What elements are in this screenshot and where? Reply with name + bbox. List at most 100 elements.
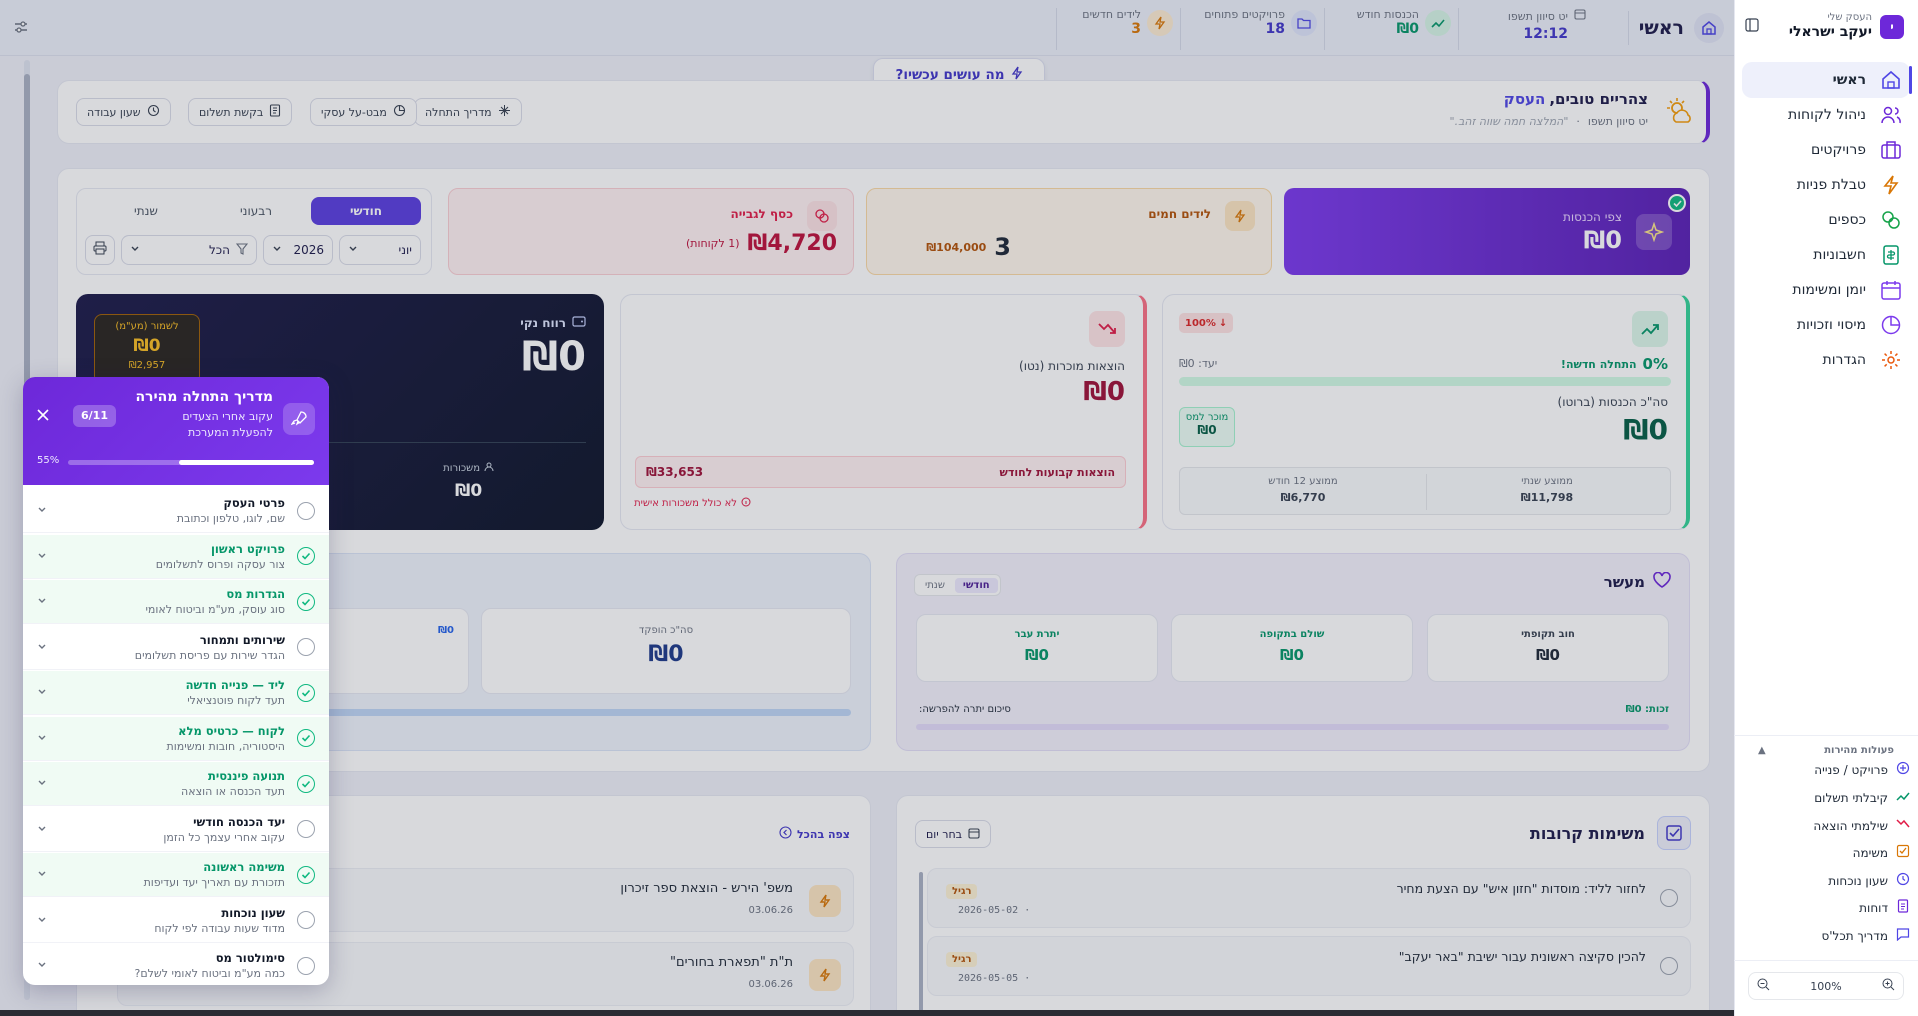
guide-step[interactable]: שירותים ותמחור הגדר שירות עם פריסת תשלומי… — [23, 626, 329, 670]
check-circle-icon[interactable] — [297, 592, 315, 611]
task-checkbox[interactable] — [1660, 957, 1678, 975]
tab-monthly[interactable]: חודשי — [311, 197, 421, 225]
business-switcher[interactable]: י העסק שלי יעקב ישראלי — [1748, 12, 1904, 44]
pct-label: התחלה חדשה! — [1560, 357, 1637, 371]
quick-action-trend-up[interactable]: קיבלתי תשלום — [1742, 789, 1910, 806]
sidebar-item-briefcase[interactable]: פרויקטים — [1742, 132, 1910, 168]
zoom-in-icon[interactable] — [1882, 978, 1895, 995]
task-item[interactable]: להכין סקיצה ראשונית עבור ישיבת "באר יעקב… — [927, 936, 1691, 996]
save-label: לשמור (מע"מ) — [115, 321, 179, 332]
chevron-down-icon[interactable] — [37, 596, 47, 609]
tab-yearly[interactable]: שנתי — [917, 578, 953, 593]
kpi-to-collect[interactable]: כסף לגבייה ₪4,720 (1 לקוחות) — [448, 188, 854, 275]
payment-request-button[interactable]: בקשת תשלום — [188, 98, 293, 126]
users-icon — [1880, 104, 1902, 126]
start-guide-button[interactable]: מדריך התחלה — [414, 98, 522, 126]
quick-action-chat[interactable]: מדריך תכל'ס — [1742, 927, 1910, 944]
task-item[interactable]: לחזור לליד: מוסדות "חזון איש" עם הצעת מח… — [927, 868, 1691, 928]
guide-step[interactable]: לקוח — כרטיס מלא היסטוריה, חובות ומשימות — [23, 716, 329, 761]
task-checkbox[interactable] — [1660, 889, 1678, 907]
guide-step[interactable]: שעון נוכחות מדוד שעות עבודה לפי לקוח — [23, 899, 329, 943]
chevron-down-icon[interactable] — [37, 824, 47, 837]
bolt-icon — [809, 959, 841, 991]
sidebar-item-calendar[interactable]: יומן ומשימות — [1742, 272, 1910, 308]
step-title: יעד הכנסה חודשי — [193, 814, 285, 829]
tab-quarterly[interactable]: רבעוני — [201, 197, 311, 225]
sidebar-item-coins[interactable]: כספים — [1742, 202, 1910, 238]
sidebar-item-pie[interactable]: מיסוי וזכויות — [1742, 307, 1910, 343]
avg-year-value: ₪11,798 — [1520, 491, 1574, 504]
quick-action-trend-down[interactable]: שילמתי הוצאה — [1742, 817, 1910, 834]
pick-day-button[interactable]: בחר יום — [915, 820, 992, 848]
task-title: להכין סקיצה ראשונית עבור ישיבת "באר יעקב… — [1398, 949, 1646, 964]
empty-circle-icon[interactable] — [297, 638, 315, 656]
quick-action-clock[interactable]: שעון נוכחות — [1742, 872, 1910, 889]
check-circle-icon[interactable] — [297, 865, 315, 884]
chevron-down-icon[interactable] — [37, 915, 47, 928]
empty-circle-icon[interactable] — [297, 501, 315, 520]
tax-label: מוכר למס — [1185, 412, 1229, 423]
sidebar-item-bolt[interactable]: טבלת פניות — [1742, 167, 1910, 203]
check-circle-icon[interactable] — [297, 729, 315, 747]
work-clock-button[interactable]: שעון עבודה — [76, 98, 171, 126]
quick-action-plus-circle[interactable]: פרויקט / פנייה — [1742, 761, 1910, 778]
empty-circle-icon[interactable] — [297, 911, 315, 929]
step-desc: שם, לוגו, טלפון וכתובת — [176, 512, 285, 525]
chevron-down-icon[interactable] — [37, 642, 47, 655]
kpi-income-forecast[interactable]: צפי הכנסות ₪0 — [1284, 188, 1690, 275]
guide-step[interactable]: הגדרות מס סוג עוסק, מע"מ וביטוח לאומי — [23, 580, 329, 624]
chevron-down-icon[interactable] — [37, 869, 47, 882]
check-circle-icon[interactable] — [297, 547, 315, 565]
month-select[interactable]: יוני — [339, 235, 421, 265]
check-circle-icon[interactable] — [297, 774, 315, 793]
printer-icon — [93, 241, 107, 259]
button-label: שעון עבודה — [87, 105, 141, 119]
deposit-total: סה"כ הופקד ₪0 — [481, 608, 851, 694]
maaser-credit: זכות: ₪0 — [1625, 704, 1669, 715]
empty-circle-icon[interactable] — [297, 956, 315, 975]
chevron-down-icon[interactable] — [37, 505, 47, 518]
guide-step[interactable]: יעד הכנסה חודשי עקוב אחרי עצמך כל הזמן — [23, 808, 329, 852]
print-button[interactable] — [85, 235, 115, 265]
view-all-link[interactable]: צפה בהכל — [779, 826, 850, 842]
guide-step[interactable]: פרויקט ראשון צור עסקה ופרוס לתשלומים — [23, 534, 329, 579]
sidebar-item-gear[interactable]: הגדרות — [1742, 342, 1910, 378]
zoom-out-icon[interactable] — [1757, 978, 1770, 995]
guide-step[interactable]: סימולטור מס כמה מע"מ וביטוח לאומי לשלם? — [23, 944, 329, 985]
chevron-down-icon[interactable] — [37, 687, 47, 700]
guide-step[interactable]: משימה ראשונה תזכורת עם תאריך יעד ועדיפות — [23, 853, 329, 897]
guide-step[interactable]: פרטי העסק שם, לוגו, טלפון וכתובת — [23, 489, 329, 533]
chevron-down-icon — [272, 243, 282, 257]
chevron-down-icon[interactable] — [37, 733, 47, 746]
close-icon[interactable] — [37, 407, 49, 425]
filter-select[interactable]: הכל — [121, 235, 257, 265]
chevron-down-icon[interactable] — [37, 551, 47, 564]
clock-icon — [1896, 872, 1910, 889]
business-overview-button[interactable]: מבט-על עסקי — [310, 98, 417, 126]
quick-action-task[interactable]: משימה — [1742, 844, 1910, 861]
quick-actions-header[interactable]: פעולות מהירות ▲ — [1758, 745, 1894, 756]
guide-step[interactable]: תנועה פיננסית תעד הכנסה או הוצאה — [23, 762, 329, 806]
guide-header: מדריך התחלה מהירה עקוב אחרי הצעדים להפעל… — [23, 377, 329, 485]
sliders-icon[interactable] — [14, 20, 28, 38]
tasks-scroll[interactable] — [919, 872, 923, 1016]
quick-action-report[interactable]: דוחות — [1742, 899, 1910, 916]
check-circle-icon[interactable] — [297, 683, 315, 702]
sidebar-item-label: ניהול לקוחות — [1788, 107, 1866, 123]
empty-circle-icon[interactable] — [297, 820, 315, 838]
maaser-card: מעשר חודשי שנתי חוב תקופתי ₪0 שולם בתקופ… — [896, 553, 1690, 751]
stat-income: הכנסות חודש ₪0 — [1331, 8, 1451, 50]
chevron-down-icon[interactable] — [37, 960, 47, 973]
report-icon — [1896, 899, 1910, 916]
kpi-hot-leads[interactable]: לידים חמים 3 ₪104,000 — [866, 188, 1272, 275]
income-pct: 0% התחלה חדשה! — [1561, 355, 1668, 373]
tab-monthly[interactable]: חודשי — [954, 577, 998, 593]
year-select[interactable]: 2026 — [263, 235, 333, 265]
tab-yearly[interactable]: שנתי — [91, 197, 201, 225]
sidebar-item-users[interactable]: ניהול לקוחות — [1742, 97, 1910, 133]
sidebar-item-home[interactable]: ראשי — [1742, 62, 1912, 98]
chevron-down-icon[interactable] — [37, 778, 47, 791]
maaser-cell: חוב תקופתי ₪0 — [1427, 614, 1669, 682]
guide-step[interactable]: ליד — פנייה חדשה תעד לקוח פוטנציאלי — [23, 671, 329, 715]
sidebar-item-invoice[interactable]: חשבוניות — [1742, 237, 1910, 273]
